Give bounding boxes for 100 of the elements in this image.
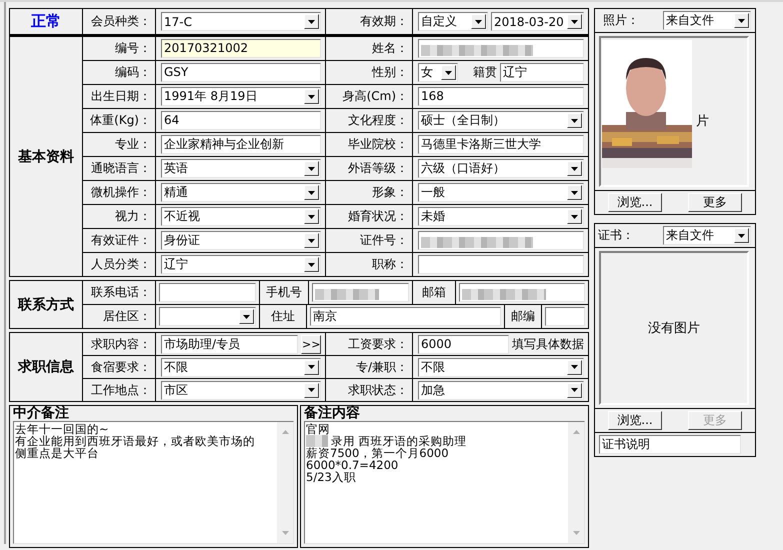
field-label: 通晓语言： <box>83 157 155 180</box>
dropdown-button[interactable] <box>734 13 749 28</box>
dropdown-field[interactable]: 一般 <box>418 183 584 202</box>
dropdown-button[interactable] <box>734 228 749 243</box>
dropdown-button[interactable] <box>471 14 486 29</box>
dropdown-field[interactable]: 不限 <box>418 358 584 376</box>
text-field[interactable] <box>459 283 585 302</box>
dropdown-button[interactable] <box>239 309 254 324</box>
dropdown-button[interactable] <box>441 65 456 80</box>
field-label: 邮箱 <box>413 281 455 304</box>
text-field[interactable]: 辽宁 <box>500 63 584 82</box>
dropdown-field[interactable]: 1991年 8月19日 <box>161 87 321 106</box>
dropdown-button[interactable] <box>304 209 319 224</box>
text-field[interactable] <box>418 255 584 274</box>
text-field[interactable] <box>545 307 585 326</box>
text-field[interactable]: 168 <box>418 87 584 106</box>
dropdown-button[interactable] <box>304 161 319 176</box>
caret-icon <box>308 166 315 170</box>
dropdown-field[interactable]: 来自文件 <box>663 11 751 30</box>
caret-icon <box>308 214 315 218</box>
redacted-mark <box>315 288 379 300</box>
dropdown-button[interactable] <box>567 382 582 398</box>
dropdown-button[interactable] <box>567 185 582 200</box>
field-label: 职称： <box>326 253 412 276</box>
dialog-button[interactable]: 浏览... <box>608 411 662 430</box>
dropdown-field[interactable]: 17-C <box>161 12 321 31</box>
text-field[interactable]: GSY <box>161 63 321 82</box>
text-field[interactable] <box>312 283 409 302</box>
section-title: 联系方式 <box>10 281 82 328</box>
dropdown-field[interactable]: 六级（口语好） <box>418 159 584 178</box>
dropdown-button[interactable] <box>304 14 319 29</box>
caret-icon <box>308 365 315 369</box>
field-label: 照片： <box>603 12 639 29</box>
dropdown-field[interactable]: 硕士（全日制） <box>418 111 584 130</box>
dropdown-button[interactable] <box>304 185 319 200</box>
dropdown-field[interactable]: 精通 <box>161 183 321 202</box>
dropdown-button[interactable] <box>304 360 319 374</box>
more-button[interactable]: >> <box>301 334 321 354</box>
section-title: 求职信息 <box>10 333 82 401</box>
dropdown-field[interactable]: 市区 <box>161 380 321 400</box>
dropdown-field[interactable]: 2018-03-20 <box>491 12 584 31</box>
text-field[interactable]: 20170321002 <box>161 39 321 58</box>
text-field[interactable] <box>159 283 256 302</box>
dropdown-button[interactable] <box>304 233 319 248</box>
section-title: 基本资料 <box>10 37 82 276</box>
caret-icon <box>738 18 745 22</box>
text-field[interactable] <box>418 39 584 58</box>
field-label: 编号： <box>83 37 155 60</box>
text-field[interactable] <box>418 231 584 250</box>
dropdown-button[interactable] <box>304 89 319 104</box>
dropdown-button[interactable] <box>567 161 582 176</box>
field-label: 证书： <box>598 227 634 244</box>
dropdown-button[interactable] <box>567 209 582 224</box>
text-field[interactable]: 市场助理/专员 <box>161 334 298 354</box>
text-field[interactable]: 64 <box>161 111 321 130</box>
dropdown-button[interactable] <box>304 382 319 398</box>
field-label: 工资要求： <box>326 333 412 355</box>
dialog-button[interactable]: 浏览... <box>608 193 662 212</box>
field-label: 有效证件： <box>83 229 155 252</box>
field-label: 食宿要求： <box>83 356 155 378</box>
field-label: 姓名： <box>326 37 412 60</box>
dropdown-button[interactable] <box>304 257 319 272</box>
dropdown-button[interactable] <box>567 14 582 29</box>
field-label: 婚育状况： <box>326 205 412 228</box>
dropdown-field[interactable]: 未婚 <box>418 207 584 226</box>
text-field[interactable]: 南京 <box>310 307 501 326</box>
empty-image-text: 没有图片 <box>648 320 700 337</box>
caret-icon <box>308 238 315 242</box>
dropdown-field[interactable] <box>159 307 256 326</box>
dropdown-field[interactable]: 不近视 <box>161 207 321 226</box>
text-field[interactable]: 马德里卡洛斯三世大学 <box>418 135 584 154</box>
caret-icon <box>308 20 315 24</box>
caret-icon <box>571 388 578 392</box>
field-label: 体重(Kg)： <box>83 109 155 132</box>
caret-icon <box>308 190 315 194</box>
dialog-button[interactable]: 更多 <box>688 193 742 212</box>
text-field[interactable]: 证书说明 <box>599 435 741 454</box>
caret-icon <box>308 94 315 98</box>
text-field[interactable]: 6000 <box>418 334 509 354</box>
field-label: 专/兼职： <box>326 356 412 378</box>
dropdown-field[interactable]: 自定义 <box>418 12 488 31</box>
field-label: 居住区： <box>83 305 155 328</box>
dropdown-field[interactable]: 女 <box>418 63 458 82</box>
caret-icon <box>571 365 578 369</box>
caret-icon <box>475 20 482 24</box>
text-field[interactable]: 企业家精神与企业创新 <box>161 135 321 154</box>
dropdown-field[interactable]: 不限 <box>161 358 321 376</box>
caret-icon <box>738 234 745 238</box>
field-label: 联系电话： <box>83 281 155 304</box>
dropdown-field[interactable]: 英语 <box>161 159 321 178</box>
dropdown-field[interactable]: 加急 <box>418 380 584 400</box>
dropdown-button[interactable] <box>567 113 582 128</box>
field-label: 有效期： <box>326 9 412 34</box>
field-label: 求职状态： <box>326 379 412 401</box>
dropdown-field[interactable]: 来自文件 <box>663 226 751 245</box>
dropdown-button[interactable] <box>567 360 582 374</box>
dropdown-field[interactable]: 辽宁 <box>161 255 321 274</box>
dropdown-field[interactable]: 身份证 <box>161 231 321 250</box>
field-label: 形象： <box>326 181 412 204</box>
field-label: 籍贯 <box>473 64 497 81</box>
